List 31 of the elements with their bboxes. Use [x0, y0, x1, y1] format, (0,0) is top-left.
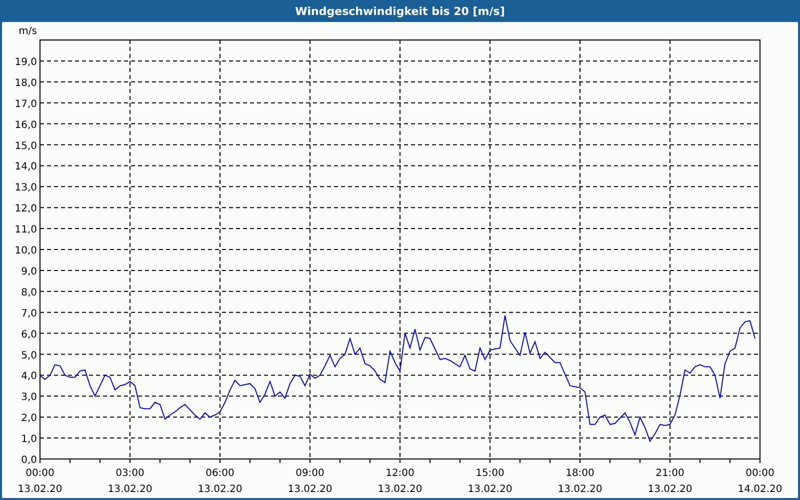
y-tick-label: 10,0: [14, 246, 37, 256]
y-tick-label: 12,0: [14, 204, 37, 215]
x-tick-label: 21:00 13.02.20: [648, 468, 692, 495]
window-title: Windgeschwindigkeit bis 20 [m/s]: [295, 4, 505, 18]
y-tick-label: 14,0: [14, 162, 37, 173]
x-tick-label: 09:00 13.02.20: [288, 468, 332, 495]
y-tick-label: 6,0: [21, 329, 37, 340]
y-tick-label: 2,0: [21, 413, 37, 424]
x-tick-label: 06:00 13.02.20: [198, 468, 242, 495]
y-axis-unit: m/s: [18, 26, 37, 37]
y-tick-label: 1,0: [21, 434, 37, 446]
x-tick-label: 00:00 13.02.20: [18, 468, 62, 495]
y-tick-label: 13,0: [14, 182, 37, 194]
y-tick-label: 4,0: [21, 371, 37, 382]
x-tick-label: 03:00 13.02.20: [108, 468, 152, 495]
y-tick-label: 19,0: [14, 56, 37, 68]
y-tick-label: 7,0: [21, 308, 37, 320]
x-tick-label: 00:00 14.02.20: [738, 468, 782, 495]
y-tick-label: 9,0: [21, 266, 37, 278]
y-tick-label: 17,0: [14, 98, 37, 110]
y-tick-label: 0,0: [21, 455, 37, 466]
y-tick-label: 11,0: [14, 224, 37, 236]
y-tick-label: 15,0: [14, 140, 37, 152]
y-tick-label: 3,0: [21, 392, 37, 404]
x-tick-label: 18:00 13.02.20: [558, 468, 602, 495]
y-tick-label: 16,0: [14, 120, 37, 131]
y-tick-label: 18,0: [14, 78, 37, 89]
y-tick-label: 8,0: [21, 287, 37, 298]
x-tick-label: 12:00 13.02.20: [378, 468, 422, 495]
y-tick-label: 5,0: [21, 350, 37, 362]
x-tick-label: 15:00 13.02.20: [468, 468, 512, 495]
